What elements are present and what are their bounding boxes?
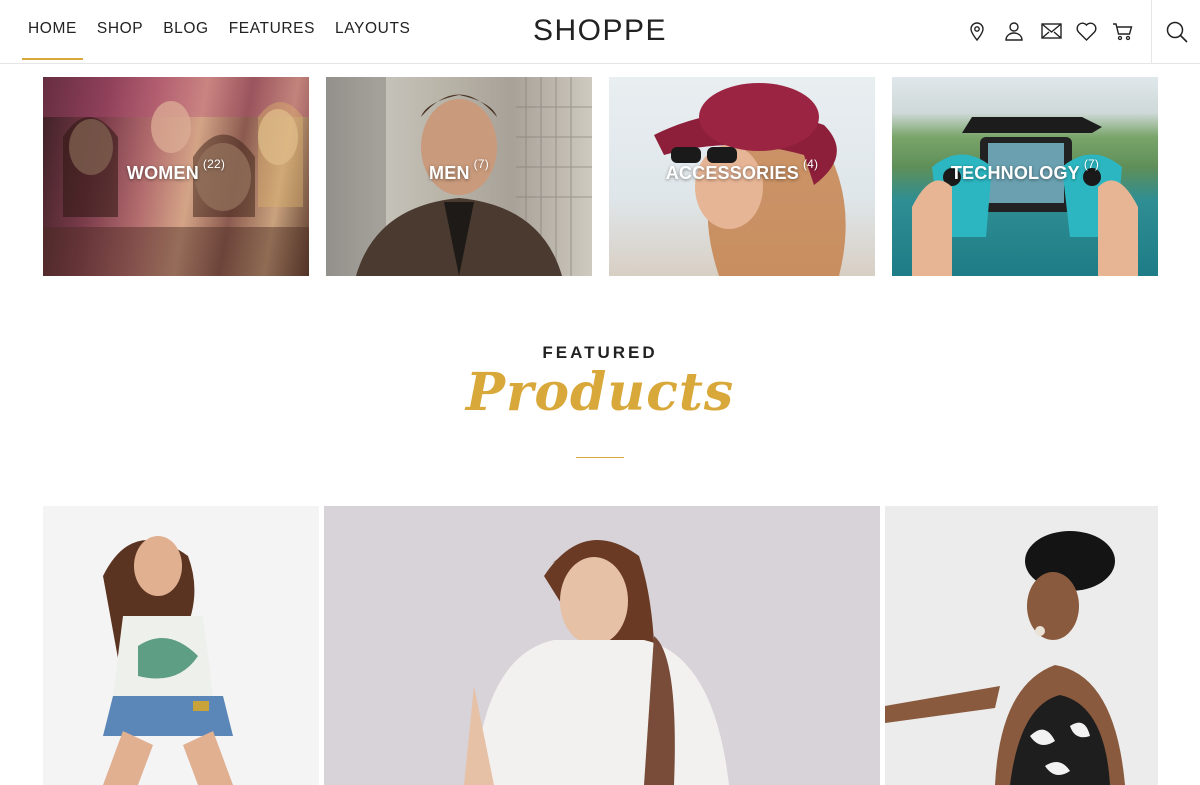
category-count: (22) <box>202 157 226 171</box>
featured-kicker: FEATURED <box>542 343 658 362</box>
location-pin-icon[interactable] <box>966 20 988 42</box>
category-count: (4) <box>802 157 819 171</box>
category-tile-men[interactable]: MEN (7) <box>326 77 592 276</box>
site-header: HOME SHOP BLOG FEATURES LAYOUTS SHOPPE <box>0 0 1200 64</box>
site-logo[interactable]: SHOPPE <box>533 14 667 47</box>
nav-blog[interactable]: BLOG <box>163 20 208 60</box>
category-name: MEN <box>429 163 470 183</box>
product-image-1[interactable] <box>43 506 319 785</box>
title-divider <box>576 457 624 458</box>
category-tile-technology[interactable]: TECHNOLOGY (7) <box>892 77 1158 276</box>
product-image-2[interactable] <box>324 506 880 785</box>
header-icons <box>966 20 1133 42</box>
product-image-3[interactable] <box>885 506 1158 785</box>
heart-icon[interactable] <box>1075 20 1097 42</box>
main-nav: HOME SHOP BLOG FEATURES LAYOUTS <box>22 20 410 60</box>
user-icon[interactable] <box>1003 20 1025 42</box>
category-count: (7) <box>1083 157 1100 171</box>
search-icon[interactable] <box>1165 20 1189 44</box>
nav-layouts[interactable]: LAYOUTS <box>335 20 410 60</box>
nav-shop[interactable]: SHOP <box>97 20 143 60</box>
mail-icon[interactable] <box>1040 20 1062 42</box>
category-label-men: MEN (7) <box>326 157 592 184</box>
category-tile-women[interactable]: WOMEN (22) <box>43 77 309 276</box>
category-count: (7) <box>473 157 489 171</box>
header-divider <box>1151 0 1152 64</box>
nav-home[interactable]: HOME <box>22 20 83 60</box>
category-label-technology: TECHNOLOGY (7) <box>892 157 1158 184</box>
category-name: TECHNOLOGY <box>950 163 1080 183</box>
nav-features[interactable]: FEATURES <box>229 20 315 60</box>
category-name: ACCESSORIES <box>665 163 799 183</box>
category-tile-accessories[interactable]: ACCESSORIES (4) <box>609 77 875 276</box>
category-label-women: WOMEN (22) <box>43 157 309 184</box>
category-name: WOMEN <box>126 163 199 183</box>
cart-icon[interactable] <box>1111 20 1133 42</box>
featured-title: Products <box>465 362 735 423</box>
category-label-accessories: ACCESSORIES (4) <box>609 157 875 184</box>
